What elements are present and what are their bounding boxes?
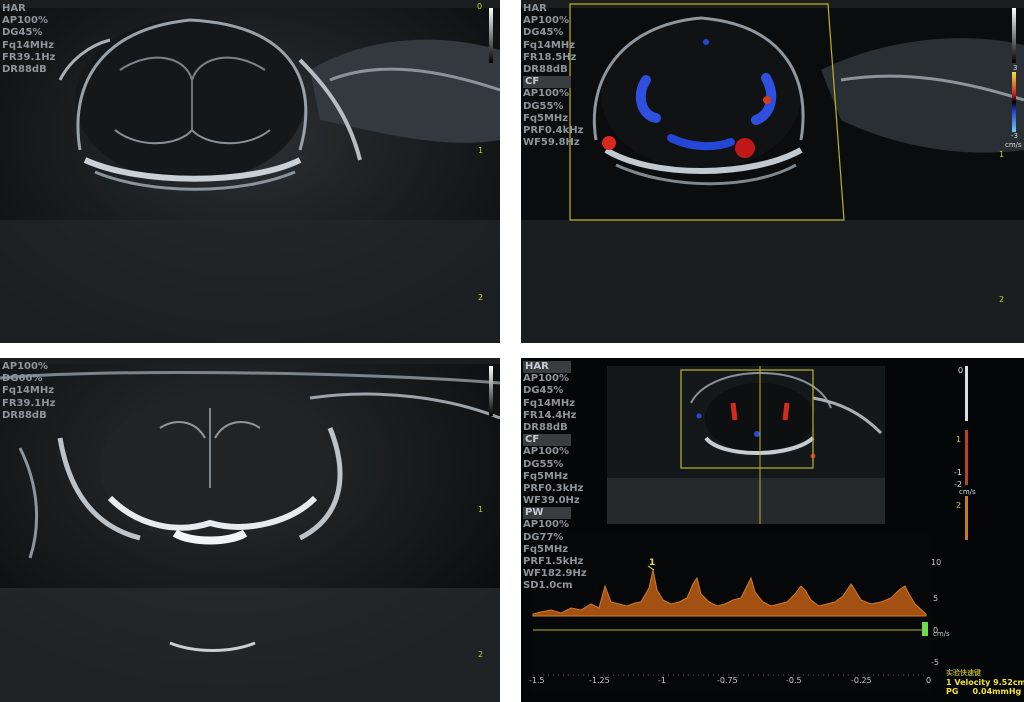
pw-doppler-display xyxy=(521,358,1024,702)
time-tick: 0 xyxy=(926,676,932,685)
param: AP100% xyxy=(523,446,569,458)
velocity-tick: 10 xyxy=(931,558,942,567)
param: DG55% xyxy=(523,458,564,470)
measurement-title: 实验快速键 xyxy=(946,669,981,677)
scale-label: 3 xyxy=(1013,64,1018,72)
time-tick: -0.5 xyxy=(786,676,802,685)
gray-scale-bar xyxy=(1012,8,1016,63)
ultrasound-panel-top-right: HAR AP100% DG45% Fq14MHz FR18.5Hz DR88dB… xyxy=(521,0,1024,343)
depth-mark: 2 xyxy=(999,295,1005,304)
scale-label: -3 xyxy=(1011,132,1018,140)
param: AP100% xyxy=(523,519,569,531)
param: DG45% xyxy=(523,385,564,397)
param: Fq5MHz xyxy=(523,112,569,124)
param: DG77% xyxy=(523,531,564,543)
time-tick: -0.75 xyxy=(717,676,738,685)
color-doppler-image xyxy=(521,0,1024,343)
param: AP100% xyxy=(523,88,569,100)
param: WF39.0Hz xyxy=(523,495,580,507)
time-tick: -1.5 xyxy=(529,676,545,685)
param: PRF0.4kHz xyxy=(523,124,584,136)
depth-mark: 1 xyxy=(478,146,484,155)
velocity-tick: -5 xyxy=(931,658,939,667)
scale-unit: cm/s xyxy=(1005,141,1022,149)
param: Fq14MHz xyxy=(523,39,576,51)
param-header: HAR xyxy=(523,361,571,374)
depth-mark: 1 xyxy=(478,505,484,514)
time-tick: -1 xyxy=(658,676,666,685)
param: PRF1.5kHz xyxy=(523,556,584,567)
depth-mark: 0 xyxy=(477,2,483,11)
param: DR88dB xyxy=(523,63,568,75)
param: DG55% xyxy=(523,100,564,112)
measurement-readout: 实验快速键 1 Velocity 9.52cm/s PG 0.04mmHg xyxy=(946,668,1024,696)
velocity-unit: cm/s xyxy=(933,630,950,638)
param: AP100% xyxy=(523,373,569,385)
param: FR39.1Hz xyxy=(2,51,56,63)
param: AP100% xyxy=(2,15,48,27)
scale-label: 1 xyxy=(956,435,962,444)
param: Fq5MHz xyxy=(523,543,569,555)
scale-label: -1 xyxy=(954,468,962,477)
ultrasound-panel-top-left: HAR AP100% DG45% Fq14MHz FR39.1Hz DR88dB… xyxy=(0,0,500,343)
bmode-image xyxy=(0,358,500,702)
param: Fq14MHz xyxy=(2,39,55,51)
gray-scale-bar xyxy=(489,8,493,63)
param: DR88dB xyxy=(523,421,568,433)
scale-label: 0 xyxy=(958,366,964,375)
param: DR88dB xyxy=(2,63,47,75)
param: HAR xyxy=(2,3,26,14)
scale-label: 2 xyxy=(956,501,962,510)
depth-mark: 1 xyxy=(999,150,1005,159)
param-list: AP100% DG60% Fq14MHz FR39.1Hz DR88dB xyxy=(2,361,55,422)
param: WF59.8Hz xyxy=(523,137,580,149)
param-list: HAR AP100% DG45% Fq14MHz FR39.1Hz DR88dB xyxy=(2,3,55,76)
param: Fq5MHz xyxy=(523,470,569,482)
velocity-tick: 5 xyxy=(933,594,939,603)
scale-unit: cm/s xyxy=(959,488,976,496)
param-header: PW xyxy=(523,507,571,520)
param: DR88dB xyxy=(2,409,47,421)
pg-value: 0.04mmHg xyxy=(972,687,1022,696)
param: AP100% xyxy=(2,361,48,372)
param: SD1.0cm xyxy=(523,580,573,592)
param: FR39.1Hz xyxy=(2,397,56,409)
ultrasound-panel-bottom-left: AP100% DG60% Fq14MHz FR39.1Hz DR88dB 1 2 xyxy=(0,358,500,702)
param-list: HAR AP100% DG45% Fq14MHz FR14.4Hz DR88dB… xyxy=(523,361,587,593)
param-list: HAR AP100% DG45% Fq14MHz FR18.5Hz DR88dB… xyxy=(523,3,583,149)
measurement-marker: 1 xyxy=(649,558,656,568)
time-tick: -0.25 xyxy=(851,676,872,685)
param-header: CF xyxy=(523,76,571,89)
param: Fq14MHz xyxy=(523,397,576,409)
param: DG60% xyxy=(2,373,43,385)
param: WF182.9Hz xyxy=(523,568,587,580)
depth-mark: 2 xyxy=(478,293,484,302)
param: FR14.4Hz xyxy=(523,409,577,421)
param-header: CF xyxy=(523,434,571,447)
color-velocity-bar xyxy=(1012,72,1016,132)
param: DG45% xyxy=(523,27,564,39)
bmode-image xyxy=(0,0,500,343)
param: FR18.5Hz xyxy=(523,51,577,63)
depth-mark: 2 xyxy=(478,650,484,659)
ultrasound-panel-bottom-right: HAR AP100% DG45% Fq14MHz FR14.4Hz DR88dB… xyxy=(521,358,1024,702)
velocity-readout: 1 Velocity 9.52cm/s xyxy=(946,678,1024,687)
gray-scale-bar xyxy=(489,366,493,416)
param: HAR xyxy=(523,3,547,14)
param: PRF0.3kHz xyxy=(523,482,584,494)
time-tick: -1.25 xyxy=(589,676,610,685)
param: Fq14MHz xyxy=(2,385,55,397)
pg-label: PG xyxy=(946,687,959,696)
param: DG45% xyxy=(2,27,43,39)
param: AP100% xyxy=(523,15,569,27)
